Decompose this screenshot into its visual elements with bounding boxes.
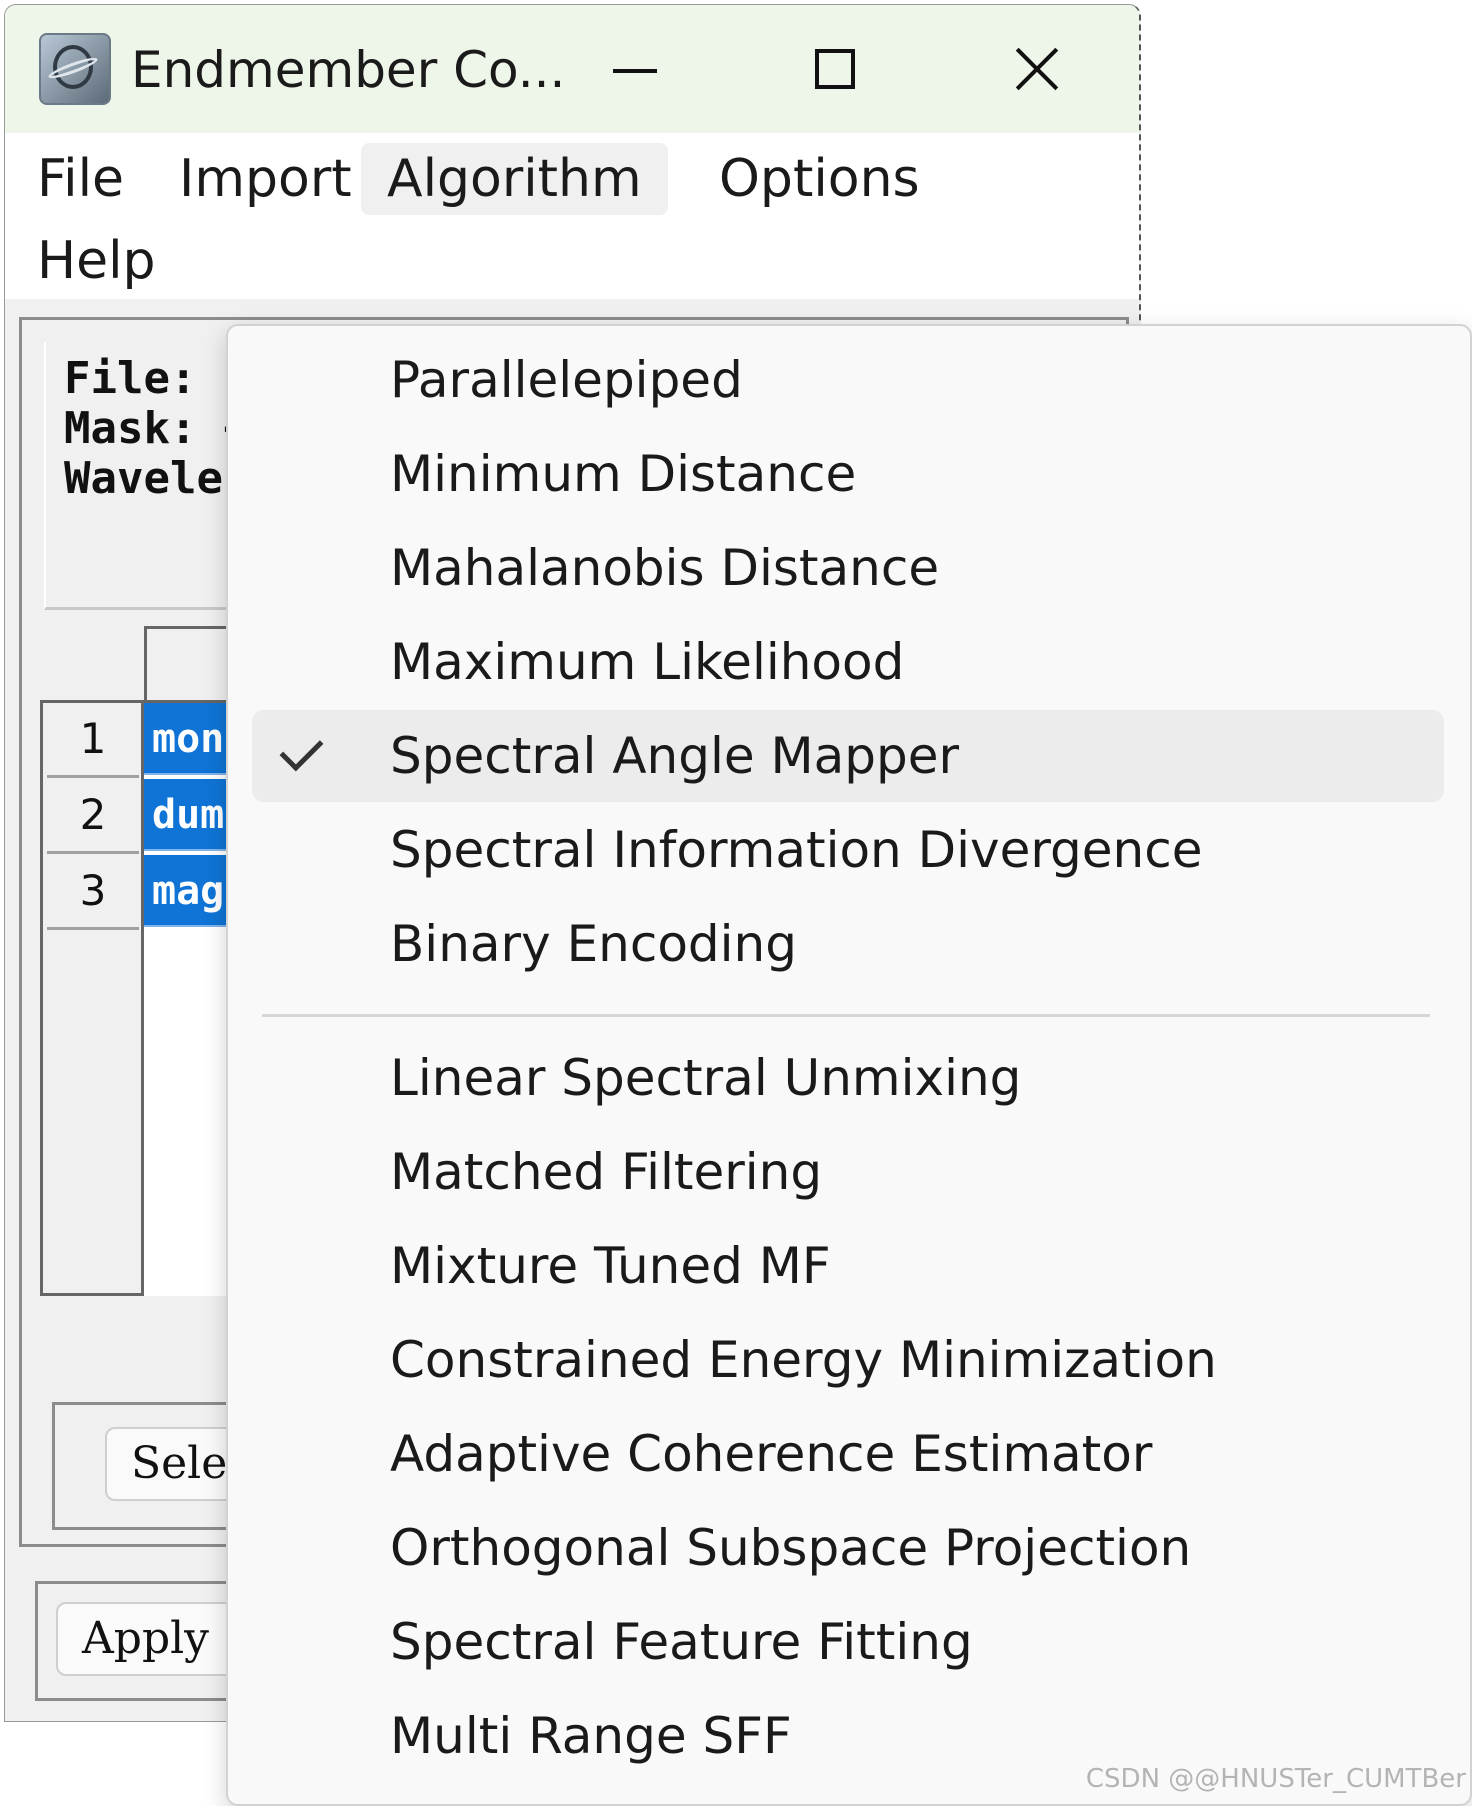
row-number[interactable]: 2	[47, 779, 139, 854]
menu-item-label: Maximum Likelihood	[390, 633, 905, 691]
menu-item-label: Binary Encoding	[390, 915, 797, 973]
menu-item-minimum-distance[interactable]: Minimum Distance	[252, 428, 1444, 520]
menu-item-label: Matched Filtering	[390, 1143, 823, 1201]
app-globe-icon	[39, 33, 111, 105]
maximize-icon[interactable]	[797, 35, 877, 105]
menu-import[interactable]: Import	[153, 143, 378, 215]
algorithm-dropdown-menu: Parallelepiped Minimum Distance Mahalano…	[226, 324, 1472, 1806]
menu-help[interactable]: Help	[11, 225, 182, 297]
title-bar[interactable]: Endmember Co...	[5, 5, 1139, 133]
menu-item-label: Spectral Feature Fitting	[390, 1613, 973, 1671]
menu-algorithm[interactable]: Algorithm	[361, 143, 668, 215]
menu-item-label: Mahalanobis Distance	[390, 539, 940, 597]
menu-item-label: Constrained Energy Minimization	[390, 1331, 1217, 1389]
menu-item-spectral-feature-fitting[interactable]: Spectral Feature Fitting	[252, 1596, 1444, 1688]
menu-item-mahalanobis-distance[interactable]: Mahalanobis Distance	[252, 522, 1444, 614]
menu-item-label: Spectral Information Divergence	[390, 821, 1203, 879]
menu-item-label: Adaptive Coherence Estimator	[390, 1425, 1153, 1483]
menu-item-adaptive-coherence-estimator[interactable]: Adaptive Coherence Estimator	[252, 1408, 1444, 1500]
menu-item-linear-spectral-unmixing[interactable]: Linear Spectral Unmixing	[252, 1032, 1444, 1124]
menu-item-constrained-energy-minimization[interactable]: Constrained Energy Minimization	[252, 1314, 1444, 1406]
menu-bar: File Import Algorithm Options Help	[5, 133, 1139, 299]
minimize-icon[interactable]	[595, 35, 675, 105]
menu-item-matched-filtering[interactable]: Matched Filtering	[252, 1126, 1444, 1218]
menu-item-binary-encoding[interactable]: Binary Encoding	[252, 898, 1444, 990]
menu-item-label: Minimum Distance	[390, 445, 857, 503]
row-number[interactable]: 1	[47, 703, 139, 778]
watermark-text: CSDN @@HNUSTer_CUMTBer	[1085, 1764, 1466, 1794]
window-title: Endmember Co...	[131, 41, 566, 99]
menu-item-spectral-angle-mapper[interactable]: Spectral Angle Mapper	[252, 710, 1444, 802]
menu-item-label: Orthogonal Subspace Projection	[390, 1519, 1192, 1577]
checkmark-icon	[279, 727, 324, 772]
menu-item-parallelepiped[interactable]: Parallelepiped	[252, 334, 1444, 426]
wavelength-line: Wavelen	[64, 453, 250, 504]
row-number[interactable]: 3	[47, 855, 139, 930]
menu-item-label: Linear Spectral Unmixing	[390, 1049, 1022, 1107]
menu-separator	[262, 1014, 1430, 1017]
menu-item-label: Multi Range SFF	[390, 1707, 792, 1765]
menu-item-label: Mixture Tuned MF	[390, 1237, 831, 1295]
menu-item-label: Parallelepiped	[390, 351, 743, 409]
menu-item-maximum-likelihood[interactable]: Maximum Likelihood	[252, 616, 1444, 708]
menu-file[interactable]: File	[11, 143, 150, 215]
menu-options[interactable]: Options	[693, 143, 946, 215]
menu-item-label: Spectral Angle Mapper	[390, 727, 960, 785]
file-line: File: C	[64, 353, 250, 404]
mask-line: Mask: <	[64, 403, 250, 454]
close-icon[interactable]	[999, 35, 1079, 105]
menu-item-spectral-information-divergence[interactable]: Spectral Information Divergence	[252, 804, 1444, 896]
menu-item-orthogonal-subspace-projection[interactable]: Orthogonal Subspace Projection	[252, 1502, 1444, 1594]
menu-item-mixture-tuned-mf[interactable]: Mixture Tuned MF	[252, 1220, 1444, 1312]
row-header-column: 1 2 3	[40, 700, 144, 1296]
